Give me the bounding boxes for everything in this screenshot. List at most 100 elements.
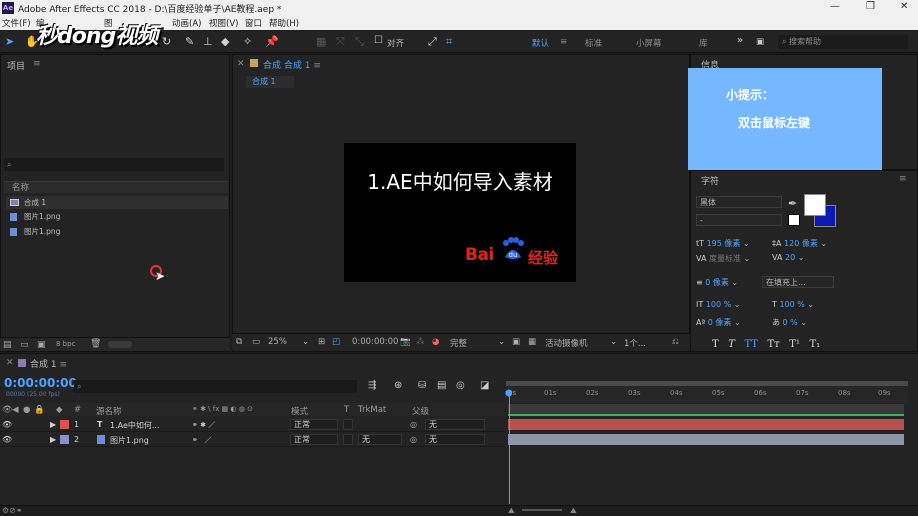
layer-switches[interactable]: ⚭ ／ — [192, 435, 212, 445]
visibility-eye-icon[interactable]: 👁 — [2, 435, 12, 444]
more-workspaces-button[interactable]: » — [737, 35, 743, 46]
font-size-row[interactable]: tT 195 像素 ⌄ — [696, 238, 750, 249]
panel-menu-icon[interactable]: ≡ — [59, 360, 67, 370]
table-row[interactable]: 👁 ▶ 1 T 1.Ae中如何... ⚭ ✱ ／ 正常 ◎ 无 — [0, 417, 504, 432]
mode-header[interactable]: 模式 — [291, 405, 308, 417]
expand-arrow-icon[interactable]: ▶ — [50, 435, 56, 444]
pick-whip-icon[interactable]: ◎ — [410, 435, 417, 444]
roto-brush-tool-icon[interactable]: ✧ — [243, 35, 252, 48]
faux-italic-button[interactable]: T — [728, 339, 735, 350]
camera-dropdown[interactable]: 活动摄像机 — [545, 337, 588, 349]
resolution-dropdown[interactable]: 完整 — [450, 337, 467, 349]
horizontal-scale-value[interactable]: 100 % — [779, 300, 804, 309]
new-folder-icon[interactable]: ▭ — [20, 340, 29, 350]
lock-switch-icon[interactable]: 🔒 — [34, 405, 45, 415]
font-size-value[interactable]: 195 像素 — [707, 239, 741, 248]
subscript-button[interactable]: T₁ — [810, 339, 821, 350]
layer-trkmat-dropdown[interactable]: 无 — [358, 434, 402, 445]
layer-parent-dropdown[interactable]: 无 — [425, 434, 485, 445]
layer-mode-dropdown[interactable]: 正常 — [290, 419, 338, 430]
timeline-search-input[interactable]: ⌕ — [74, 380, 357, 393]
graph-editor-icon[interactable]: ◪ — [480, 380, 489, 391]
project-search-input[interactable]: ⌕ — [4, 158, 224, 171]
channel-icon[interactable]: ◕ — [432, 337, 439, 347]
kerning-row[interactable]: VA 度量标准 ⌄ — [696, 253, 750, 264]
snapshot-icon[interactable]: 📷 — [400, 337, 411, 347]
delete-icon[interactable]: 🗑 — [90, 339, 101, 349]
fill-color-swatch[interactable] — [804, 194, 826, 216]
zoom-in-icon[interactable]: ⛰ — [570, 506, 577, 516]
leading-row[interactable]: ‡A 120 像素 ⌄ — [772, 238, 827, 249]
sync-settings-icon[interactable]: ▣ — [756, 37, 764, 47]
selection-tool-icon[interactable]: ➤ — [5, 35, 14, 48]
project-item[interactable]: 合成 1 — [6, 196, 228, 209]
local-axis-icon[interactable]: ▦ — [316, 35, 326, 48]
brush-tool-icon[interactable]: ✎ — [185, 35, 194, 48]
interpret-footage-icon[interactable]: ▤ — [3, 340, 12, 350]
workspace-menu-icon[interactable]: ≡ — [560, 37, 567, 47]
align-checkbox[interactable]: ☐ — [374, 35, 383, 46]
superscript-button[interactable]: T¹ — [789, 339, 800, 350]
kerning-value[interactable]: 度量标准 — [709, 254, 741, 263]
comp-flowchart-icon[interactable]: ⇶ — [368, 380, 376, 391]
lock-icon[interactable] — [250, 59, 258, 67]
layer-1-duration-bar[interactable] — [508, 419, 904, 430]
panel-menu-icon[interactable]: ≡ — [899, 174, 907, 184]
tsume-value[interactable]: 0 % — [783, 318, 798, 327]
always-preview-icon[interactable]: ⧉ — [236, 337, 242, 347]
vertical-scale-row[interactable]: IT 100 % ⌄ — [696, 300, 740, 309]
expand-arrow-icon[interactable]: ▶ — [50, 420, 56, 429]
region-of-interest-icon[interactable]: ▣ — [512, 337, 520, 347]
time-ruler[interactable]: 0s 01s 02s 03s 04s 05s 06s 07s 08s 09s — [506, 381, 908, 403]
stroke-type-dropdown[interactable]: 在填充上... — [762, 276, 834, 288]
preserve-transparency-checkbox[interactable] — [343, 419, 353, 430]
workspace-standard[interactable]: 标准 — [585, 37, 602, 49]
transparency-grid-icon[interactable]: ▦ — [528, 337, 536, 347]
horizontal-scale-row[interactable]: T 100 % ⌄ — [772, 300, 814, 309]
layer-parent-dropdown[interactable]: 无 — [425, 419, 485, 430]
stroke-width-value[interactable]: 0 像素 — [705, 278, 729, 287]
close-button[interactable]: ✕ — [900, 1, 908, 12]
zoom-dropdown[interactable]: 25% — [268, 337, 287, 347]
view-axis-icon[interactable]: ⤡ — [355, 35, 364, 49]
solo-switch-icon[interactable]: ● — [23, 405, 30, 415]
layer-label-color[interactable] — [60, 435, 69, 444]
minimize-button[interactable]: — — [830, 1, 840, 12]
bit-depth-button[interactable]: 8 bpc — [56, 340, 75, 348]
all-caps-button[interactable]: TT — [744, 339, 758, 350]
menu-animation[interactable]: 动画(A) — [172, 17, 201, 29]
timeline-tab[interactable]: 合成 1 ≡ — [30, 357, 67, 370]
eyedropper-icon[interactable]: ✒ — [788, 197, 797, 210]
reset-exposure-icon[interactable]: ⎌ — [672, 337, 679, 347]
chevron-down-icon[interactable]: ⌄ — [498, 337, 505, 347]
baseline-shift-value[interactable]: 0 像素 — [708, 318, 732, 327]
world-axis-icon[interactable]: ⤧ — [336, 35, 345, 49]
chevron-down-icon[interactable]: ⌄ — [610, 337, 617, 347]
leading-value[interactable]: 120 像素 — [784, 239, 818, 248]
motion-blur-icon[interactable]: ◎ — [456, 380, 465, 391]
timeline-timecode[interactable]: 0:00:00:00 — [4, 376, 77, 390]
help-search-input[interactable]: ⌕ 搜索帮助 — [778, 35, 908, 49]
composition-tab[interactable]: 合成 1 — [246, 76, 294, 88]
views-dropdown[interactable]: 1个... — [624, 337, 646, 349]
viewer-timecode[interactable]: 0:00:00:00 — [352, 337, 398, 347]
footer-toggle-icons[interactable]: ⚙⊘⚭ — [2, 506, 23, 515]
maximize-button[interactable]: ❐ — [866, 1, 875, 12]
menu-help[interactable]: 帮助(H) — [269, 17, 299, 29]
layer-mode-dropdown[interactable]: 正常 — [290, 434, 338, 445]
vertical-scale-value[interactable]: 100 % — [706, 300, 731, 309]
menu-file[interactable]: 文件(F) — [2, 17, 31, 29]
baseline-shift-row[interactable]: Aª 0 像素 ⌄ — [696, 317, 741, 328]
rotate-tool-icon[interactable]: ↻ — [162, 35, 171, 48]
fit-icon[interactable]: ⊞ — [318, 337, 325, 347]
project-item[interactable]: 图片1.png — [6, 225, 228, 238]
monitor-icon[interactable]: ▭ — [252, 337, 260, 347]
panel-menu-icon[interactable]: ≡ — [313, 61, 321, 71]
frame-blending-icon[interactable]: ▤ — [437, 380, 446, 391]
playhead-handle-icon[interactable]: ⬢ — [505, 389, 513, 399]
visibility-eye-icon[interactable]: 👁 — [2, 420, 12, 429]
tsume-row[interactable]: あ 0 % ⌄ — [772, 317, 807, 328]
eraser-tool-icon[interactable]: ◆ — [221, 35, 229, 48]
layer-switches[interactable]: ⚭ ✱ ／ — [192, 420, 215, 430]
snap-target-icon[interactable]: ⌗ — [446, 35, 452, 49]
